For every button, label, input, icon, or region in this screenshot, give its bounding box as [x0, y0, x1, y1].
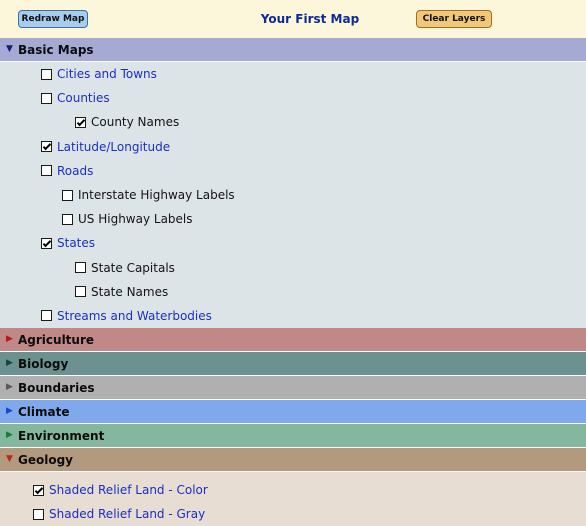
layer-streams-and-waterbodies[interactable]: Streams and Waterbodies	[0, 304, 586, 328]
layer-label: State Names	[91, 284, 169, 299]
triangle-down-icon: ▼	[6, 44, 13, 54]
layer-label: County Names	[91, 115, 180, 130]
layer-panel: ▼ Basic Maps Cities and Towns Counties C…	[0, 38, 586, 526]
triangle-right-icon: ▶	[6, 406, 13, 417]
layer-latitude-longitude[interactable]: Latitude/Longitude	[0, 135, 586, 159]
category-basic-maps[interactable]: ▼ Basic Maps	[0, 38, 586, 62]
category-label: Boundaries	[18, 380, 95, 395]
layer-states[interactable]: States	[0, 231, 586, 255]
geology-layer-list: Shaded Relief Land - Color Shaded Relief…	[0, 472, 586, 526]
checkbox[interactable]	[62, 189, 73, 201]
category-label: Climate	[18, 404, 70, 419]
layer-shaded-relief-gray[interactable]: Shaded Relief Land - Gray	[0, 502, 586, 526]
checkbox[interactable]	[75, 286, 86, 298]
redraw-map-button[interactable]: Redraw Map	[18, 10, 88, 28]
layer-cities-and-towns[interactable]: Cities and Towns	[0, 62, 586, 86]
triangle-right-icon: ▶	[6, 334, 13, 345]
checkbox[interactable]	[41, 165, 52, 177]
category-label: Environment	[18, 428, 105, 443]
triangle-right-icon: ▶	[6, 430, 13, 441]
layer-link[interactable]: Shaded Relief Land - Gray	[49, 507, 205, 521]
triangle-down-icon: ▼	[6, 454, 13, 465]
category-geology[interactable]: ▼ Geology	[0, 448, 586, 473]
layer-counties[interactable]: Counties	[0, 86, 586, 110]
layer-link[interactable]: Counties	[57, 91, 110, 105]
layer-link[interactable]: Cities and Towns	[57, 67, 157, 81]
layer-label: State Capitals	[91, 260, 175, 275]
checkbox[interactable]	[75, 116, 86, 128]
category-boundaries[interactable]: ▶ Boundaries	[0, 376, 586, 401]
layer-link[interactable]: Roads	[57, 164, 93, 178]
category-label: Biology	[18, 356, 69, 371]
checkbox[interactable]	[41, 92, 52, 104]
layer-link[interactable]: Streams and Waterbodies	[57, 309, 212, 323]
basic-maps-layer-list: Cities and Towns Counties County Names L…	[0, 62, 586, 329]
triangle-right-icon: ▶	[6, 358, 13, 369]
layer-state-names[interactable]: State Names	[0, 280, 586, 304]
layer-state-capitals[interactable]: State Capitals	[0, 256, 586, 280]
layer-link[interactable]: Latitude/Longitude	[57, 140, 170, 154]
category-label: Basic Maps	[18, 42, 94, 57]
category-label: Agriculture	[18, 332, 95, 347]
layer-label: Interstate Highway Labels	[78, 188, 235, 203]
category-environment[interactable]: ▶ Environment	[0, 424, 586, 449]
page-title: Your First Map	[260, 12, 360, 26]
clear-layers-button[interactable]: Clear Layers	[416, 10, 492, 28]
checkbox[interactable]	[41, 237, 52, 249]
layer-us-highway-labels[interactable]: US Highway Labels	[0, 207, 586, 231]
category-biology[interactable]: ▶ Biology	[0, 352, 586, 377]
layer-link[interactable]: States	[57, 236, 95, 250]
checkbox[interactable]	[41, 68, 52, 80]
layer-county-names[interactable]: County Names	[0, 110, 586, 134]
checkbox[interactable]	[62, 213, 73, 225]
checkbox[interactable]	[33, 484, 44, 496]
layer-roads[interactable]: Roads	[0, 159, 586, 183]
checkbox[interactable]	[41, 310, 52, 322]
category-label: Geology	[18, 452, 74, 467]
layer-shaded-relief-color[interactable]: Shaded Relief Land - Color	[0, 478, 586, 502]
checkbox[interactable]	[33, 508, 44, 520]
category-climate[interactable]: ▶ Climate	[0, 400, 586, 425]
layer-link[interactable]: Shaded Relief Land - Color	[49, 483, 208, 497]
toolbar: Redraw Map Your First Map Clear Layers	[0, 0, 586, 38]
layer-label: US Highway Labels	[78, 212, 193, 227]
category-agriculture[interactable]: ▶ Agriculture	[0, 328, 586, 353]
triangle-right-icon: ▶	[6, 382, 13, 393]
checkbox[interactable]	[41, 141, 52, 153]
layer-interstate-highway-labels[interactable]: Interstate Highway Labels	[0, 183, 586, 207]
checkbox[interactable]	[75, 262, 86, 274]
